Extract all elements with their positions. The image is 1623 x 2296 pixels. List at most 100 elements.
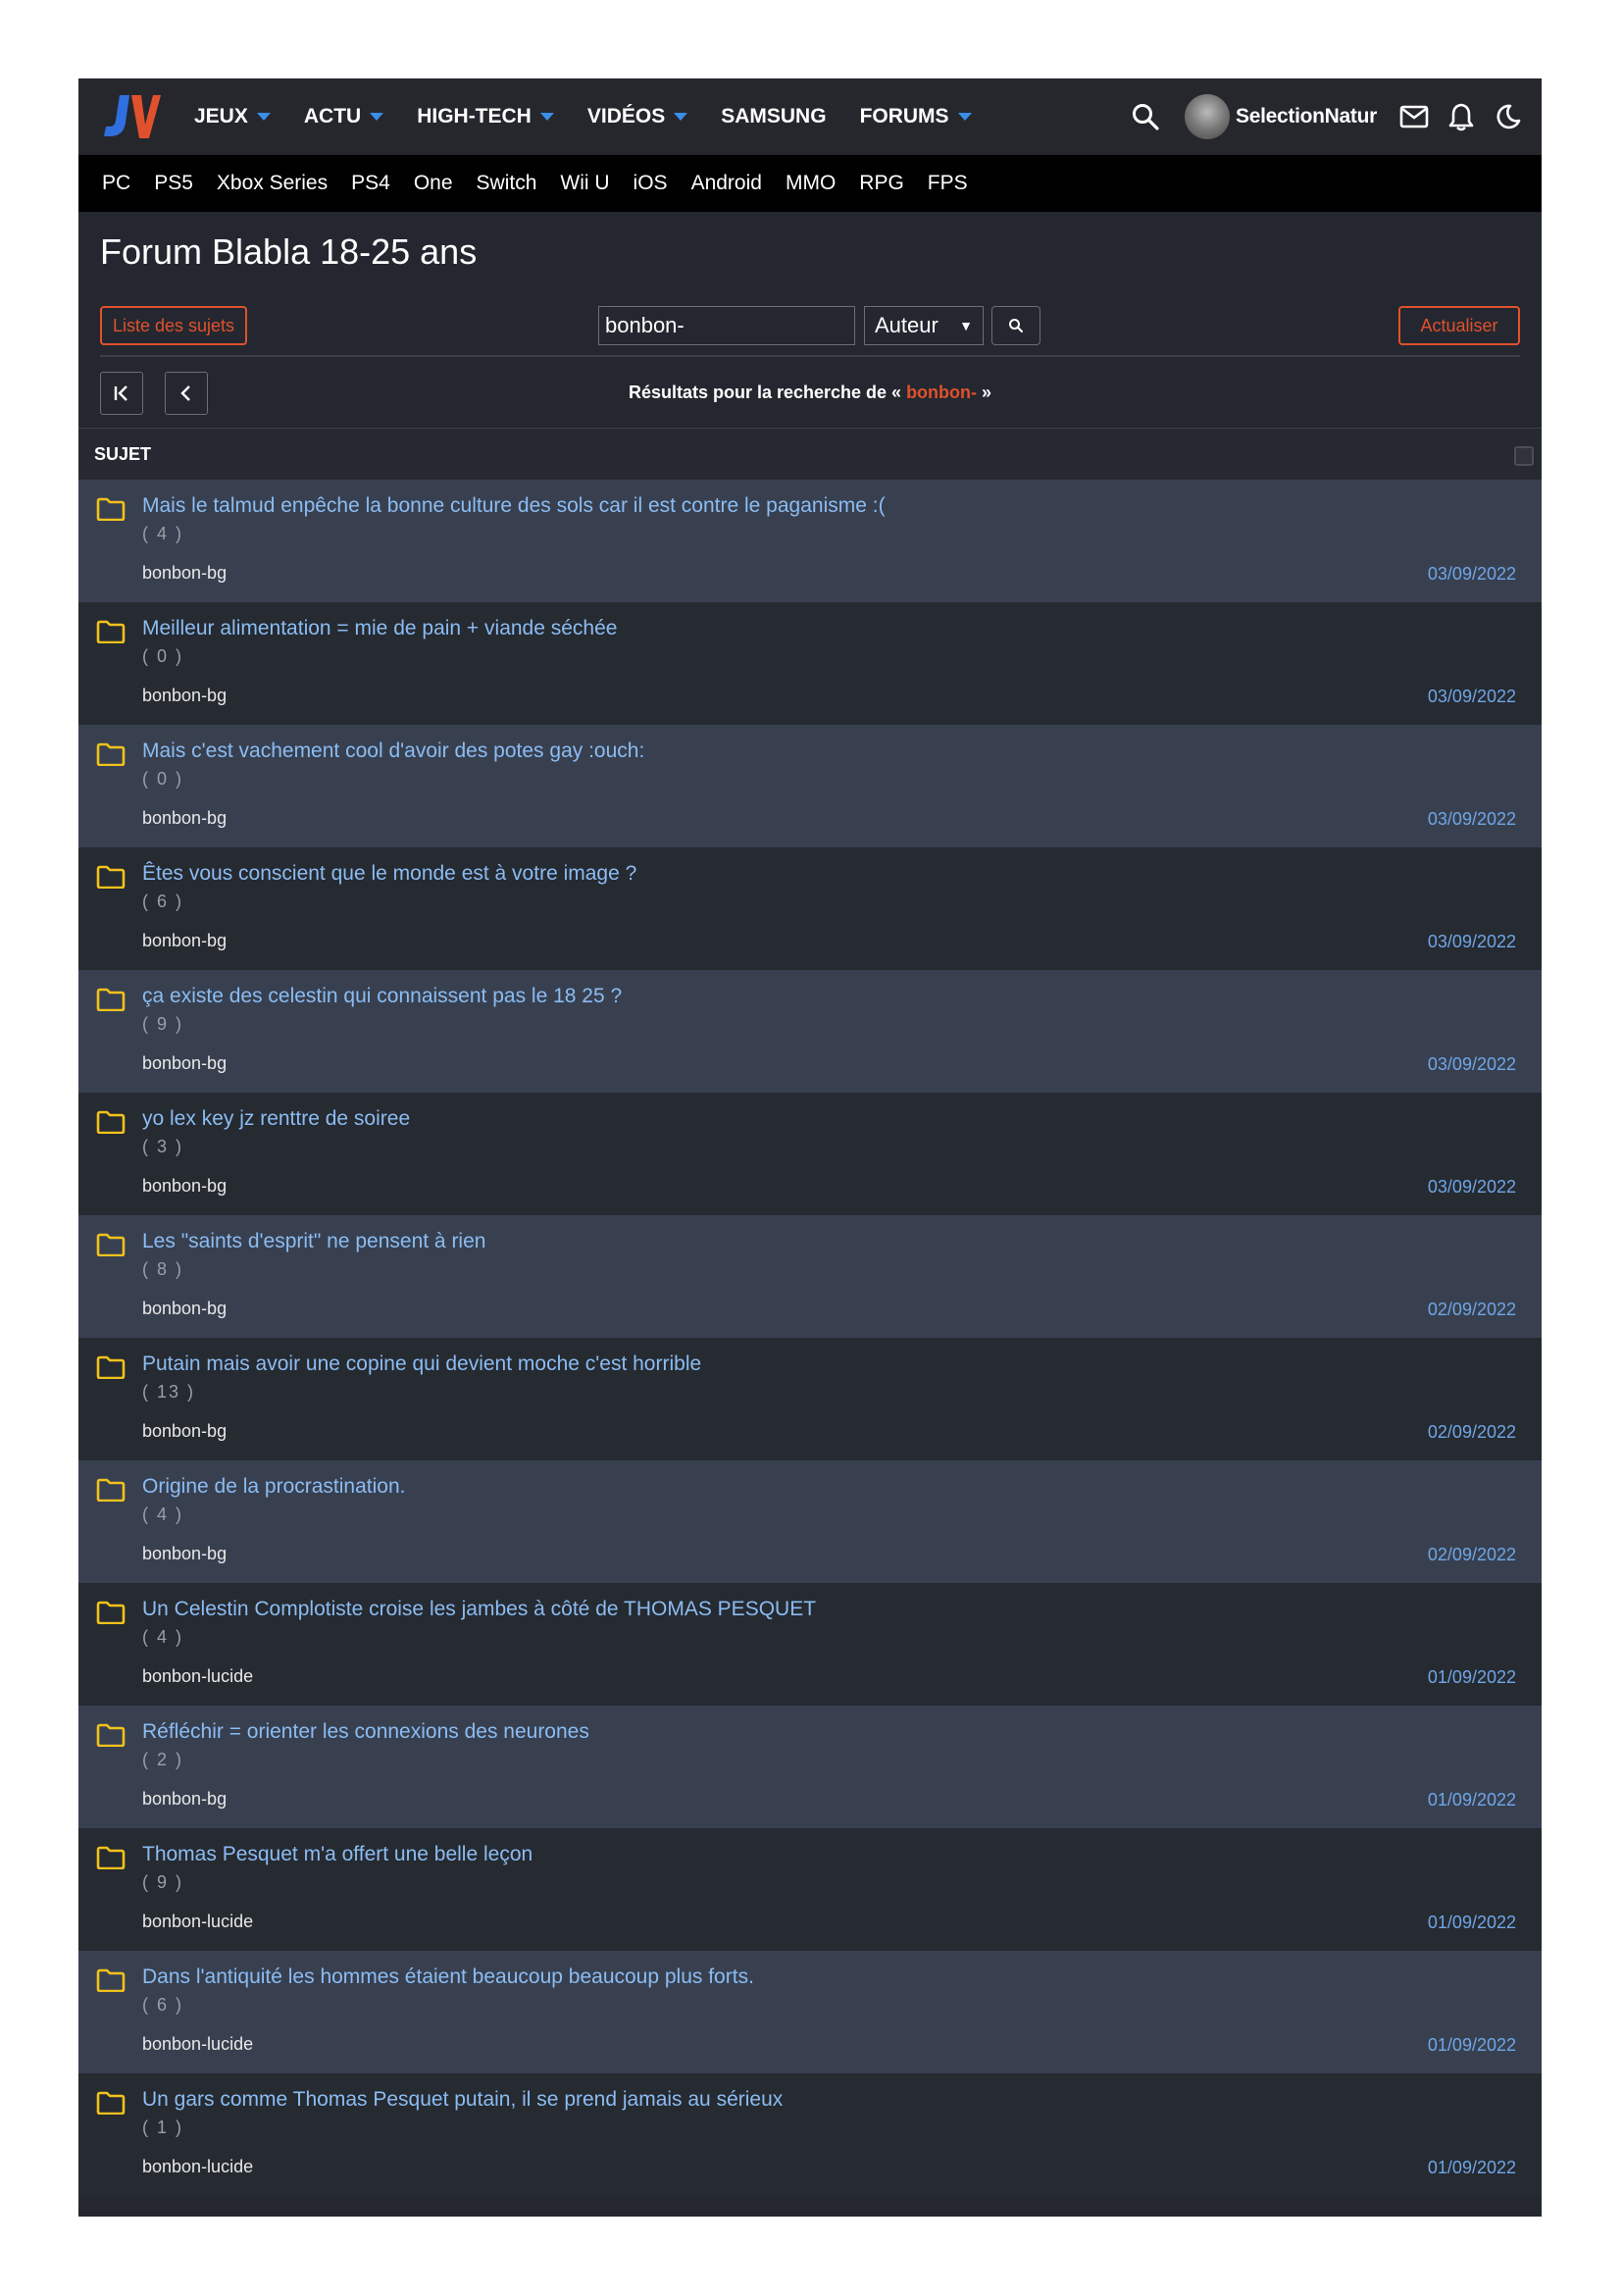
topic-title-link[interactable]: Les "saints d'esprit" ne pensent à rien: [142, 1230, 485, 1253]
table-row[interactable]: Mais c'est vachement cool d'avoir des po…: [78, 725, 1542, 847]
top-navbar: JEUX ACTU HIGH-TECH VIDÉOS SAMSUNG FORUMS Sel…: [78, 78, 1542, 155]
bell-icon[interactable]: [1444, 99, 1479, 134]
topic-author[interactable]: bonbon-bg: [142, 1789, 227, 1810]
reply-count: ( 13 ): [142, 1382, 196, 1402]
topic-author[interactable]: bonbon-lucide: [142, 1912, 253, 1932]
table-row[interactable]: Mais le talmud enpêche la bonne culture …: [78, 480, 1542, 602]
topic-title-link[interactable]: Putain mais avoir une copine qui devient…: [142, 1352, 701, 1376]
topic-title-link[interactable]: Origine de la procrastination.: [142, 1475, 405, 1499]
topic-title-link[interactable]: yo lex key jz renttre de soiree: [142, 1107, 410, 1131]
table-row[interactable]: Thomas Pesquet m'a offert une belle leço…: [78, 1828, 1542, 1951]
table-row[interactable]: Dans l'antiquité les hommes étaient beau…: [78, 1951, 1542, 2073]
platform-link[interactable]: FPS: [928, 172, 968, 195]
table-row[interactable]: Un Celestin Complotiste croise les jambe…: [78, 1583, 1542, 1706]
platform-link[interactable]: Android: [691, 172, 762, 195]
topic-title-link[interactable]: Êtes vous conscient que le monde est à v…: [142, 862, 636, 886]
site-logo[interactable]: [100, 89, 163, 144]
reply-count: ( 4 ): [142, 1627, 184, 1647]
topic-author[interactable]: bonbon-lucide: [142, 2157, 253, 2177]
platform-link[interactable]: PS5: [154, 172, 193, 195]
subject-column-header: SUJET: [94, 443, 152, 464]
nav-item-actu[interactable]: ACTU: [304, 105, 384, 128]
platform-link[interactable]: Xbox Series: [217, 172, 328, 195]
topic-title-link[interactable]: Un gars comme Thomas Pesquet putain, il …: [142, 2088, 783, 2112]
topic-list-header: SUJET: [78, 428, 1542, 480]
nav-item-label: VIDÉOS: [586, 105, 666, 128]
nav-item-label: HIGH-TECH: [417, 105, 532, 128]
forum-toolbar: Liste des sujets bonbon- Auteur ▼ Actual…: [78, 286, 1542, 355]
moon-icon[interactable]: [1491, 99, 1526, 134]
topic-author[interactable]: bonbon-bg: [142, 1176, 227, 1197]
table-row[interactable]: Les "saints d'esprit" ne pensent à rien (…: [78, 1215, 1542, 1338]
search-submit-button[interactable]: [991, 306, 1040, 345]
page-title: Forum Blabla 18-25 ans: [100, 231, 478, 272]
topic-title-link[interactable]: ça existe des celestin qui connaissent p…: [142, 985, 622, 1008]
topic-date: 03/09/2022: [1427, 687, 1516, 706]
topic-list-button[interactable]: Liste des sujets: [100, 306, 247, 345]
topic-author[interactable]: bonbon-bg: [142, 808, 227, 829]
reply-count: ( 2 ): [142, 1750, 184, 1769]
topic-title-link[interactable]: Dans l'antiquité les hommes étaient beau…: [142, 1965, 754, 1989]
username[interactable]: SelectionNatur: [1236, 105, 1377, 128]
table-row[interactable]: yo lex key jz renttre de soiree ( 3 ) bonb…: [78, 1093, 1542, 1215]
search-scope-value: Auteur: [875, 313, 938, 337]
table-row[interactable]: Réfléchir = orienter les connexions des …: [78, 1706, 1542, 1828]
mail-icon[interactable]: [1396, 99, 1432, 134]
user-menu[interactable]: SelectionNatur: [1185, 94, 1377, 139]
table-row[interactable]: Meilleur alimentation = mie de pain + vi…: [78, 602, 1542, 725]
topic-author[interactable]: bonbon-bg: [142, 1299, 227, 1319]
nav-item-jeux[interactable]: JEUX: [194, 105, 271, 128]
nav-item-vid-os[interactable]: VIDÉOS: [586, 105, 688, 128]
topic-author[interactable]: bonbon-lucide: [142, 2034, 253, 2055]
platform-link[interactable]: Switch: [477, 172, 537, 195]
refresh-button[interactable]: Actualiser: [1398, 306, 1520, 345]
topic-title-link[interactable]: Mais le talmud enpêche la bonne culture …: [142, 494, 886, 518]
results-suffix: »: [977, 383, 992, 402]
reply-count: ( 9 ): [142, 1014, 184, 1034]
topic-title-link[interactable]: Un Celestin Complotiste croise les jambe…: [142, 1598, 816, 1621]
reply-count: ( 4 ): [142, 1505, 184, 1524]
topic-author[interactable]: bonbon-bg: [142, 1421, 227, 1442]
topic-title-link[interactable]: Réfléchir = orienter les connexions des …: [142, 1720, 589, 1744]
topic-author[interactable]: bonbon-bg: [142, 1053, 227, 1074]
topic-author[interactable]: bonbon-bg: [142, 563, 227, 584]
search-results-label: Résultats pour la recherche de « bonbon-…: [78, 383, 1542, 403]
topic-date: 01/09/2022: [1427, 1913, 1516, 1932]
topic-title-link[interactable]: Meilleur alimentation = mie de pain + vi…: [142, 617, 617, 640]
platform-link[interactable]: One: [414, 172, 453, 195]
topic-date: 01/09/2022: [1427, 2035, 1516, 2055]
topic-title-link[interactable]: Mais c'est vachement cool d'avoir des po…: [142, 740, 644, 763]
search-icon[interactable]: [1128, 99, 1163, 134]
chevron-down-icon: [957, 113, 972, 121]
table-row[interactable]: Un gars comme Thomas Pesquet putain, il …: [78, 2073, 1542, 2196]
nav-item-forums[interactable]: FORUMS: [860, 105, 972, 128]
folder-icon: [96, 988, 126, 1016]
table-row[interactable]: Origine de la procrastination. ( 4 ) bonbo…: [78, 1460, 1542, 1583]
search-scope-select[interactable]: Auteur ▼: [864, 306, 984, 345]
select-all-checkbox[interactable]: [1514, 446, 1534, 466]
topic-author[interactable]: bonbon-bg: [142, 1544, 227, 1564]
table-row[interactable]: ça existe des celestin qui connaissent p…: [78, 970, 1542, 1093]
chevron-down-icon: [674, 113, 688, 121]
nav-item-samsung[interactable]: SAMSUNG: [721, 105, 826, 128]
platform-link[interactable]: RPG: [859, 172, 904, 195]
avatar[interactable]: [1185, 94, 1230, 139]
search-input[interactable]: bonbon-: [598, 306, 855, 345]
nav-item-high-tech[interactable]: HIGH-TECH: [417, 105, 554, 128]
platform-link[interactable]: PC: [102, 172, 130, 195]
topic-author[interactable]: bonbon-bg: [142, 931, 227, 951]
reply-count: ( 9 ): [142, 1872, 184, 1892]
platform-link[interactable]: Wii U: [560, 172, 609, 195]
platform-link[interactable]: PS4: [351, 172, 390, 195]
topic-date: 03/09/2022: [1427, 932, 1516, 951]
platform-link[interactable]: iOS: [634, 172, 668, 195]
chevron-down-icon: [256, 113, 271, 121]
topic-date: 01/09/2022: [1427, 2158, 1516, 2177]
topic-title-link[interactable]: Thomas Pesquet m'a offert une belle leço…: [142, 1843, 533, 1866]
table-row[interactable]: Putain mais avoir une copine qui devient…: [78, 1338, 1542, 1460]
topic-author[interactable]: bonbon-bg: [142, 686, 227, 706]
topic-author[interactable]: bonbon-lucide: [142, 1666, 253, 1687]
platform-link[interactable]: MMO: [786, 172, 836, 195]
table-row[interactable]: Êtes vous conscient que le monde est à v…: [78, 847, 1542, 970]
folder-icon: [96, 742, 126, 771]
